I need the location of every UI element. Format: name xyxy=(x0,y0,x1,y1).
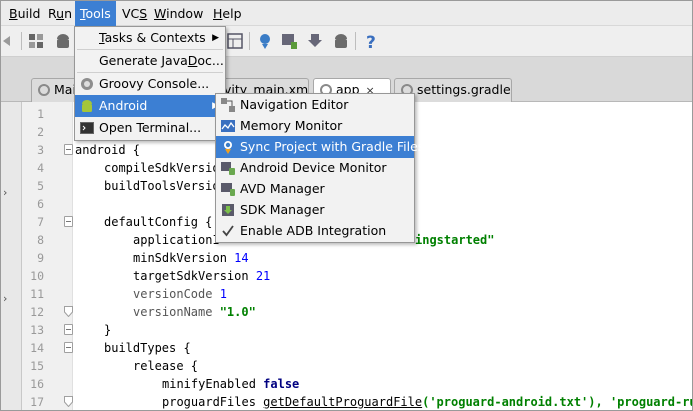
toolbar-divider xyxy=(355,32,356,50)
line-number: 1 xyxy=(37,107,44,121)
code-line-3: android { xyxy=(75,143,141,157)
line-number: 8 xyxy=(37,233,44,247)
android-icon[interactable] xyxy=(331,31,351,51)
line-number: 9 xyxy=(37,251,44,265)
line-number: 13 xyxy=(30,323,44,337)
code-line-11: versionCode 1 xyxy=(133,287,227,301)
toolbar-divider xyxy=(249,32,250,50)
navigation-editor-icon xyxy=(220,97,236,113)
chevron-left-icon[interactable]: › xyxy=(3,292,7,305)
menu-item-groovy-console[interactable]: Groovy Console... xyxy=(75,73,225,95)
submenu-arrow-icon: ▶ xyxy=(212,33,219,43)
line-number: 15 xyxy=(30,359,44,373)
editor-gutter: 1 2 3 4 5 6 7 8 9 10 11 12 13 14 15 16 1… xyxy=(22,102,73,410)
line-number: 4 xyxy=(37,161,44,175)
line-number: 16 xyxy=(30,377,44,391)
line-number: 3 xyxy=(37,143,44,157)
line-number: 14 xyxy=(30,341,44,355)
help-icon[interactable]: ? xyxy=(361,31,381,51)
line-number: 6 xyxy=(37,197,44,211)
fold-toggle-icon[interactable] xyxy=(64,144,73,155)
fold-toggle-icon[interactable] xyxy=(64,342,73,353)
fold-end-icon[interactable] xyxy=(64,306,73,317)
svg-text:?: ? xyxy=(366,33,376,51)
code-line-8-tail: ingstarted" xyxy=(415,233,495,247)
sdk-manager-icon xyxy=(220,202,236,218)
line-number: 17 xyxy=(30,395,44,409)
binary-toggle-icon[interactable] xyxy=(26,31,46,51)
gradle-sync-icon[interactable] xyxy=(255,31,275,51)
menu-run[interactable]: Run xyxy=(47,1,73,26)
android-device-monitor-icon xyxy=(220,160,236,176)
groovy-icon xyxy=(79,76,95,92)
menu-item-memory-monitor[interactable]: Memory Monitor xyxy=(216,115,414,137)
fold-toggle-icon[interactable] xyxy=(64,324,73,335)
structure-icon[interactable] xyxy=(225,31,245,51)
gradle-sync-icon xyxy=(220,139,236,155)
menu-item-avd-manager[interactable]: AVD Manager xyxy=(216,178,414,200)
device-monitor-icon[interactable] xyxy=(279,31,299,51)
code-line-14: buildTypes { xyxy=(104,341,191,355)
menu-bar: Build Run Tools VCS Window Help xyxy=(1,1,692,26)
menu-item-enable-adb[interactable]: Enable ADB Integration xyxy=(216,220,414,242)
sdk-download-icon[interactable] xyxy=(305,31,325,51)
memory-monitor-icon xyxy=(220,118,236,134)
menu-item-navigation-editor[interactable]: Navigation Editor xyxy=(216,94,414,116)
toolbar-divider xyxy=(21,32,22,50)
chevron-left-icon[interactable]: › xyxy=(3,186,7,199)
line-number: 11 xyxy=(30,287,44,301)
menu-item-android-device-monitor[interactable]: Android Device Monitor xyxy=(216,157,414,179)
forward-arrow-icon[interactable] xyxy=(1,31,21,51)
terminal-icon xyxy=(79,120,95,136)
menu-help[interactable]: Help xyxy=(212,1,243,26)
menu-item-sdk-manager[interactable]: SDK Manager xyxy=(216,199,414,221)
android-icon[interactable] xyxy=(53,31,73,51)
menu-item-open-terminal[interactable]: Open Terminal... xyxy=(75,117,225,139)
line-number: 5 xyxy=(37,179,44,193)
menu-item-android[interactable]: Android ▶ xyxy=(75,95,225,117)
code-line-5: buildToolsVersion xyxy=(104,179,227,193)
tool-window-strip: › › xyxy=(1,102,22,410)
code-line-16: minifyEnabled false xyxy=(162,377,300,391)
code-line-4: compileSdkVersion xyxy=(104,161,227,175)
ide-window: Build Run Tools VCS Window Help ? Mai vi… xyxy=(0,0,693,411)
android-icon xyxy=(79,98,95,114)
code-line-9: minSdkVersion 14 xyxy=(133,251,249,265)
file-icon xyxy=(38,84,50,96)
tools-menu: Tasks & Contexts ▶ Generate JavaDoc... G… xyxy=(74,26,226,141)
menu-window[interactable]: Window xyxy=(153,1,204,26)
line-number: 7 xyxy=(37,215,44,229)
code-line-15: release { xyxy=(133,359,199,373)
check-icon xyxy=(220,223,236,239)
line-number: 12 xyxy=(30,305,44,319)
code-line-17: proguardFiles getDefaultProguardFile('pr… xyxy=(162,395,693,409)
menu-tools[interactable]: Tools xyxy=(75,1,116,26)
code-line-12: versionName "1.0" xyxy=(133,305,256,319)
code-line-8: applicationI xyxy=(133,233,220,247)
android-submenu: Navigation Editor Memory Monitor Sync Pr… xyxy=(215,93,424,243)
line-number: 2 xyxy=(37,125,44,139)
line-number: 10 xyxy=(30,269,44,283)
code-line-13: } xyxy=(104,323,112,337)
menu-item-sync-gradle[interactable]: Sync Project with Gradle Files xyxy=(216,136,424,158)
avd-manager-icon xyxy=(220,181,236,197)
fold-toggle-icon[interactable] xyxy=(64,216,73,227)
code-line-7: defaultConfig { xyxy=(104,215,213,229)
menu-vcs[interactable]: VCS xyxy=(121,1,148,26)
menu-item-generate-javadoc[interactable]: Generate JavaDoc... xyxy=(75,50,225,72)
fold-end-icon[interactable] xyxy=(64,396,73,407)
code-line-10: targetSdkVersion 21 xyxy=(133,269,271,283)
menu-build[interactable]: Build xyxy=(8,1,41,26)
menu-item-tasks-contexts[interactable]: Tasks & Contexts ▶ xyxy=(75,27,225,49)
